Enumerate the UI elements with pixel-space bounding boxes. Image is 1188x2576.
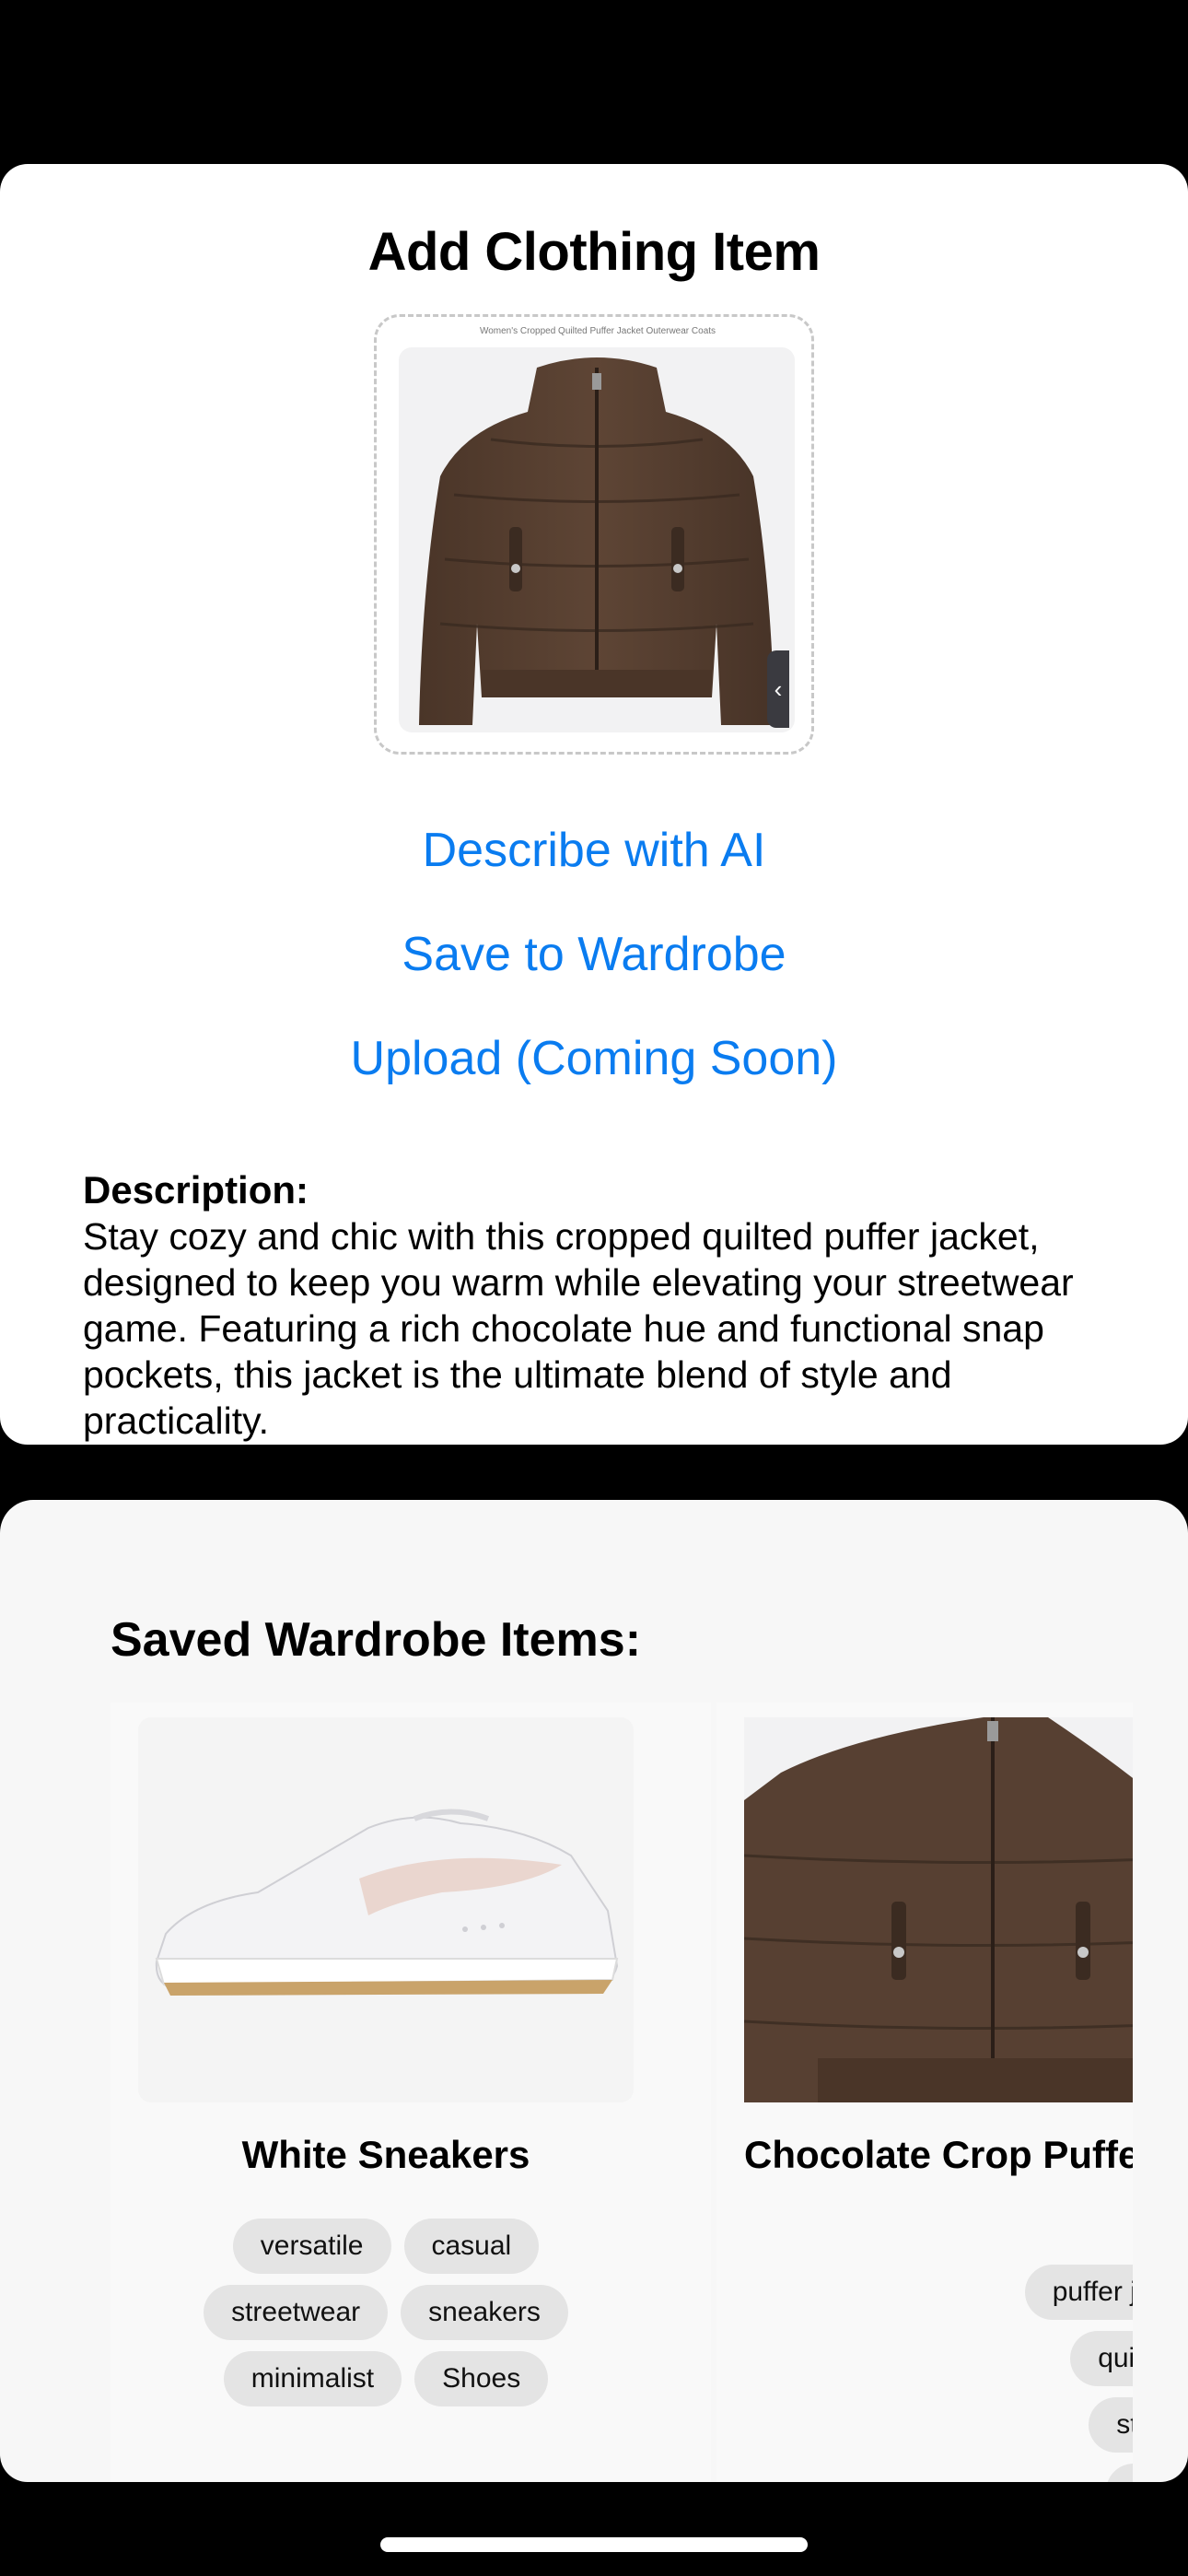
tag-chip: streetwear bbox=[1089, 2397, 1133, 2453]
description-label: Description: bbox=[83, 1168, 309, 1212]
upload-button[interactable]: Upload (Coming Soon) bbox=[0, 1031, 1188, 1086]
jacket-photo bbox=[399, 347, 795, 732]
tag-chip: puffer jacket bbox=[1024, 2265, 1133, 2320]
wardrobe-card[interactable]: White Sneakers versatile casual streetwe… bbox=[111, 1703, 711, 2482]
image-caption: Women's Cropped Quilted Puffer Jacket Ou… bbox=[479, 326, 716, 336]
tag-chip: Shoes bbox=[414, 2351, 549, 2406]
wardrobe-card[interactable]: Chocolate Crop Puffer Jacket puffer jack… bbox=[716, 1703, 1133, 2482]
description-text: Stay cozy and chic with this cropped qui… bbox=[83, 1215, 1074, 1442]
wardrobe-carousel[interactable]: White Sneakers versatile casual streetwe… bbox=[111, 1703, 1133, 2482]
tag-chip: casual bbox=[403, 2219, 540, 2274]
jacket-photo bbox=[744, 1717, 1133, 2102]
tag-chip: streetwear bbox=[204, 2285, 389, 2340]
save-to-wardrobe-button[interactable]: Save to Wardrobe bbox=[0, 927, 1188, 982]
tag-chip: sneakers bbox=[401, 2285, 568, 2340]
tag-chip: versatile bbox=[232, 2219, 391, 2274]
tag-list: versatile casual streetwear sneakers min… bbox=[111, 2219, 661, 2418]
item-name: Chocolate Crop Puffer Jacket bbox=[744, 2133, 1133, 2176]
describe-with-ai-button[interactable]: Describe with AI bbox=[0, 823, 1188, 878]
item-name: White Sneakers bbox=[241, 2133, 530, 2176]
wardrobe-title: Saved Wardrobe Items: bbox=[111, 1613, 642, 1667]
add-item-sheet: Add Clothing Item Women's Cropped Quilte… bbox=[0, 164, 1188, 1445]
sneaker-photo bbox=[138, 1717, 634, 2102]
tag-chip: fashion bbox=[1105, 2464, 1133, 2482]
tag-chip: quilted bbox=[1070, 2331, 1133, 2386]
page-title: Add Clothing Item bbox=[367, 222, 821, 282]
image-drop-zone[interactable]: Women's Cropped Quilted Puffer Jacket Ou… bbox=[374, 314, 814, 755]
chevron-left-icon[interactable]: ‹ bbox=[767, 650, 789, 728]
tag-chip: minimalist bbox=[223, 2351, 402, 2406]
home-indicator[interactable] bbox=[380, 2537, 808, 2552]
tag-list: puffer jacket cropped quilted outerwear … bbox=[716, 2265, 1133, 2482]
wardrobe-sheet: Saved Wardrobe Items: White Sneakers ver… bbox=[0, 1500, 1188, 2482]
